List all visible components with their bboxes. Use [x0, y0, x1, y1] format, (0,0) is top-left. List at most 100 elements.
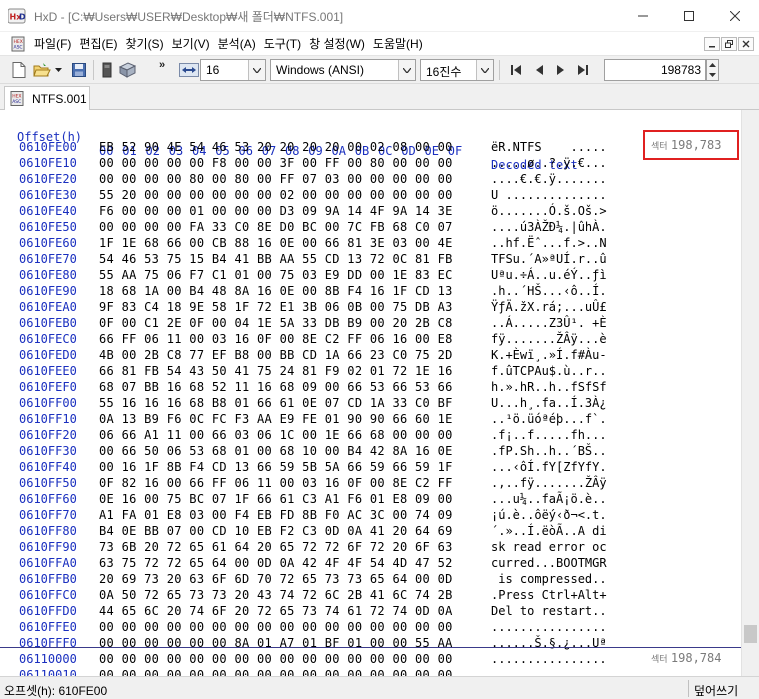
hex-row[interactable]: 0610FE10 00 00 00 00 00 F8 00 00 3F 00 FF…: [0, 156, 741, 172]
hex-row[interactable]: 0610FF50 0F 82 16 00 66 FF 06 11 00 03 16…: [0, 476, 741, 492]
row-decoded-text[interactable]: ..¹ö.üóªéþ...f`.: [491, 412, 607, 426]
menu-window[interactable]: 창 설정(W): [305, 32, 369, 56]
hex-row[interactable]: 0610FE20 00 00 00 00 80 00 80 00 FF 07 03…: [0, 172, 741, 188]
row-hex-bytes[interactable]: 1F 1E 68 66 00 CB 88 16 0E 00 66 81 3E 0…: [99, 236, 453, 250]
hex-row[interactable]: 0610FFF0 00 00 00 00 00 00 8A 01 A7 01 BF…: [0, 636, 741, 652]
scrollbar-thumb[interactable]: [744, 625, 757, 643]
row-decoded-text[interactable]: ..hf.Ëˆ...f.>..N: [491, 236, 607, 250]
menu-search[interactable]: 찾기(S): [121, 32, 167, 56]
hex-row[interactable]: 0610FEE0 66 81 FB 54 43 50 41 75 24 81 F9…: [0, 364, 741, 380]
chevron-down-icon[interactable]: [398, 60, 415, 80]
next-sector-icon[interactable]: [552, 61, 570, 79]
row-hex-bytes[interactable]: 06 66 A1 11 00 66 03 06 1C 00 1E 66 68 0…: [99, 428, 453, 442]
row-decoded-text[interactable]: fÿ.......ŽÂÿ...è: [491, 332, 607, 346]
row-decoded-text[interactable]: f.ûTCPAu$.ù..r..: [491, 364, 607, 378]
chevron-down-icon[interactable]: [476, 60, 493, 80]
hex-row[interactable]: 0610FEF0 68 07 BB 16 68 52 11 16 68 09 00…: [0, 380, 741, 396]
row-decoded-text[interactable]: ëR.NTFS .....: [491, 140, 607, 154]
row-hex-bytes[interactable]: 73 6B 20 72 65 61 64 20 65 72 72 6F 72 2…: [99, 540, 453, 554]
row-hex-bytes[interactable]: A1 FA 01 E8 03 00 F4 EB FD 8B F0 AC 3C 0…: [99, 508, 453, 522]
mdi-minimize-button[interactable]: [704, 37, 720, 51]
row-decoded-text[interactable]: .fP.Sh..h..´BŠ..: [491, 444, 607, 458]
hex-row[interactable]: 0610FFA0 63 75 72 72 65 64 00 0D 0A 42 4F…: [0, 556, 741, 572]
close-button[interactable]: [712, 0, 758, 32]
hex-row[interactable]: 0610FF80 B4 0E BB 07 00 CD 10 EB F2 C3 0D…: [0, 524, 741, 540]
hex-row[interactable]: 0610FE50 00 00 00 00 FA 33 C0 8E D0 BC 00…: [0, 220, 741, 236]
open-dropdown-icon[interactable]: [52, 61, 64, 79]
maximize-button[interactable]: [666, 0, 712, 32]
hex-row[interactable]: 0610FF90 73 6B 20 72 65 61 64 20 65 72 72…: [0, 540, 741, 556]
hex-row[interactable]: 0610FFE0 00 00 00 00 00 00 00 00 00 00 00…: [0, 620, 741, 636]
row-decoded-text[interactable]: TFSu.´A»ªUÍ.r..û: [491, 252, 607, 266]
row-hex-bytes[interactable]: 66 81 FB 54 43 50 41 75 24 81 F9 02 01 7…: [99, 364, 453, 378]
row-hex-bytes[interactable]: 68 07 BB 16 68 52 11 16 68 09 00 66 53 6…: [99, 380, 453, 394]
row-hex-bytes[interactable]: 9F 83 C4 18 9E 58 1F 72 E1 3B 06 0B 00 7…: [99, 300, 453, 314]
row-hex-bytes[interactable]: 00 16 1F 8B F4 CD 13 66 59 5B 5A 66 59 6…: [99, 460, 453, 474]
row-decoded-text[interactable]: Uªu.÷Á..u.éÝ..ƒì: [491, 268, 607, 282]
spinner-down-icon[interactable]: [707, 70, 718, 80]
offset-base-select[interactable]: 16진수: [420, 59, 494, 81]
row-hex-bytes[interactable]: 00 66 50 06 53 68 01 00 68 10 00 B4 42 8…: [99, 444, 453, 458]
row-hex-bytes[interactable]: 00 00 00 00 00 00 00 00 00 00 00 00 00 0…: [99, 620, 453, 634]
row-decoded-text[interactable]: curred...BOOTMGR: [491, 556, 607, 570]
hex-row[interactable]: 0610FF60 0E 16 00 75 BC 07 1F 66 61 C3 A1…: [0, 492, 741, 508]
row-hex-bytes[interactable]: 54 46 53 75 15 B4 41 BB AA 55 CD 13 72 0…: [99, 252, 453, 266]
row-hex-bytes[interactable]: 66 FF 06 11 00 03 16 0F 00 8E C2 FF 06 1…: [99, 332, 453, 346]
hex-row[interactable]: 0610FE30 55 20 00 00 00 00 00 00 02 00 00…: [0, 188, 741, 204]
vertical-scrollbar[interactable]: [741, 110, 759, 676]
row-decoded-text[interactable]: ................: [491, 620, 607, 634]
hex-row[interactable]: 0610FE00 EB 52 90 4E 54 46 53 20 20 20 20…: [0, 140, 741, 156]
row-decoded-text[interactable]: .....ø..?.ÿ.€...: [491, 156, 607, 170]
mdi-restore-button[interactable]: [721, 37, 737, 51]
row-decoded-text[interactable]: ................: [491, 668, 607, 676]
row-decoded-text[interactable]: h.».hR..h..fSfSf: [491, 380, 607, 394]
row-decoded-text[interactable]: ö.......Ó.š.Oš.>: [491, 204, 607, 218]
hex-row[interactable]: 0610FEA0 9F 83 C4 18 9E 58 1F 72 E1 3B 06…: [0, 300, 741, 316]
hex-row[interactable]: 0610FF30 00 66 50 06 53 68 01 00 68 10 00…: [0, 444, 741, 460]
hex-row[interactable]: 06110010 00 00 00 00 00 00 00 00 00 00 00…: [0, 668, 741, 676]
row-hex-bytes[interactable]: 18 68 1A 00 B4 48 8A 16 0E 00 8B F4 16 1…: [99, 284, 453, 298]
row-decoded-text[interactable]: ¡ú.è..ôëý‹ð¬<.t.: [491, 508, 607, 522]
row-decoded-text[interactable]: U...h¸.fa..Í.3À¿: [491, 396, 607, 410]
row-decoded-text[interactable]: ´.»..Í.ëòÃ..A di: [491, 524, 607, 538]
minimize-button[interactable]: [620, 0, 666, 32]
row-decoded-text[interactable]: ....€.€.ÿ.......: [491, 172, 607, 186]
hex-row[interactable]: 0610FE40 F6 00 00 00 01 00 00 00 D3 09 9A…: [0, 204, 741, 220]
document-icon[interactable]: HEX ASC: [10, 36, 26, 52]
row-decoded-text[interactable]: ...‹ôÍ.fY[ZfYfY.: [491, 460, 607, 474]
row-hex-bytes[interactable]: 0F 00 C1 2E 0F 00 04 1E 5A 33 DB B9 00 2…: [99, 316, 453, 330]
row-decoded-text[interactable]: .f¡..f.....fh...: [491, 428, 607, 442]
hex-row[interactable]: 0610FFD0 44 65 6C 20 74 6F 20 72 65 73 74…: [0, 604, 741, 620]
mdi-close-button[interactable]: [738, 37, 754, 51]
sector-spinner[interactable]: [706, 59, 719, 81]
row-hex-bytes[interactable]: F6 00 00 00 01 00 00 00 D3 09 9A 14 4F 9…: [99, 204, 453, 218]
row-hex-bytes[interactable]: 4B 00 2B C8 77 EF B8 00 BB CD 1A 66 23 C…: [99, 348, 453, 362]
row-decoded-text[interactable]: Del to restart..: [491, 604, 607, 618]
hex-row[interactable]: 0610FFB0 20 69 73 20 63 6F 6D 70 72 65 73…: [0, 572, 741, 588]
toolbar-overflow-icon[interactable]: »: [159, 59, 165, 71]
row-decoded-text[interactable]: sk read error oc: [491, 540, 607, 554]
row-hex-bytes[interactable]: B4 0E BB 07 00 CD 10 EB F2 C3 0D 0A 41 2…: [99, 524, 453, 538]
row-decoded-text[interactable]: ...u¼..faÃ¡ö.è..: [491, 492, 607, 506]
hex-row[interactable]: 0610FE70 54 46 53 75 15 B4 41 BB AA 55 CD…: [0, 252, 741, 268]
row-hex-bytes[interactable]: 55 AA 75 06 F7 C1 01 00 75 03 E9 DD 00 1…: [99, 268, 453, 282]
row-hex-bytes[interactable]: 00 00 00 00 FA 33 C0 8E D0 BC 00 7C FB 6…: [99, 220, 453, 234]
hex-editor[interactable]: Offset(h) 00 01 02 03 04 05 06 07 08 09 0A 0B 0C 0D 0E…: [0, 110, 741, 676]
row-decoded-text[interactable]: .,..fÿ.......ŽÂÿ: [491, 476, 607, 490]
hex-row[interactable]: 0610FEC0 66 FF 06 11 00 03 16 0F 00 8E C2…: [0, 332, 741, 348]
row-hex-bytes[interactable]: 55 16 16 16 68 B8 01 66 61 0E 07 CD 1A 3…: [99, 396, 453, 410]
row-hex-bytes[interactable]: 0A 50 72 65 73 73 20 43 74 72 6C 2B 41 6…: [99, 588, 453, 602]
menu-edit[interactable]: 편집(E): [75, 32, 121, 56]
spinner-up-icon[interactable]: [707, 60, 718, 70]
menu-tools[interactable]: 도구(T): [260, 32, 305, 56]
hex-row[interactable]: 0610FF10 0A 13 B9 F6 0C FC F3 AA E9 FE 01…: [0, 412, 741, 428]
save-icon[interactable]: [70, 61, 88, 79]
last-sector-icon[interactable]: [574, 61, 592, 79]
hex-row[interactable]: 0610FF00 55 16 16 16 68 B8 01 66 61 0E 07…: [0, 396, 741, 412]
hex-row[interactable]: 0610FEB0 0F 00 C1 2E 0F 00 04 1E 5A 33 DB…: [0, 316, 741, 332]
previous-sector-icon[interactable]: [530, 61, 548, 79]
bytes-per-row-select[interactable]: 16: [200, 59, 266, 81]
hex-row[interactable]: 0610FED0 4B 00 2B C8 77 EF B8 00 BB CD 1A…: [0, 348, 741, 364]
tab-ntfs-001[interactable]: HEX ASC NTFS.001: [4, 86, 90, 111]
row-decoded-text[interactable]: ŸƒÄ.žX.rá;...uÛ£: [491, 300, 607, 314]
